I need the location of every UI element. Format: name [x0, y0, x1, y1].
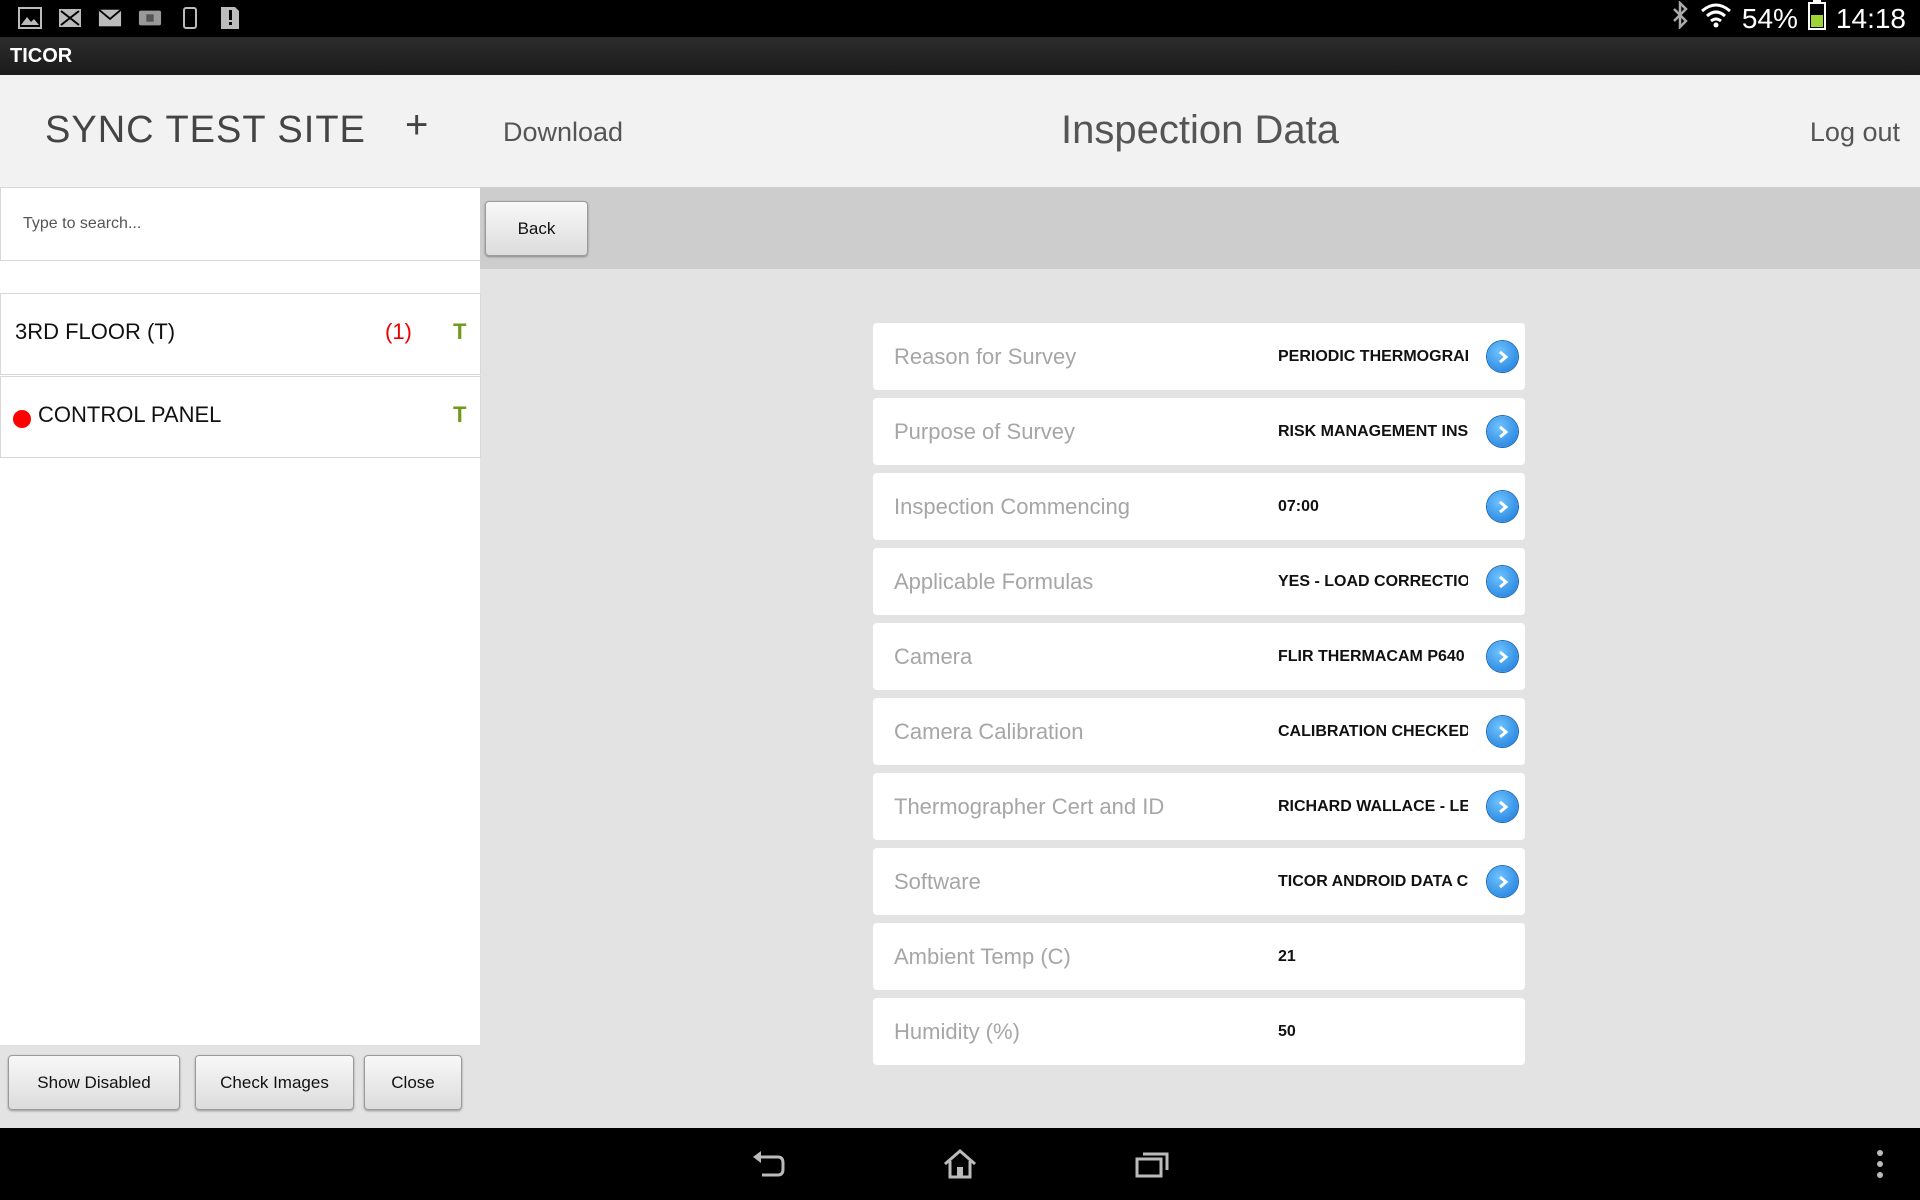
list-item[interactable]: CONTROL PANEL T: [0, 376, 481, 458]
row-value: PERIODIC THERMOGRAP: [1278, 348, 1468, 365]
row-label: Camera: [894, 644, 973, 669]
sd-card-alert-icon: [218, 6, 242, 30]
list-item-count: (1): [385, 319, 412, 344]
toolbar: Back: [480, 187, 1920, 269]
row-label: Reason for Survey: [894, 344, 1077, 369]
recent-apps-icon[interactable]: [1132, 1146, 1172, 1182]
missed-mail-icon: [58, 6, 82, 30]
check-images-button[interactable]: Check Images: [195, 1055, 354, 1110]
back-button[interactable]: Back: [485, 201, 588, 256]
search-box[interactable]: [0, 187, 481, 261]
row-label: Inspection Commencing: [894, 494, 1131, 519]
chevron-right-icon[interactable]: [1487, 416, 1518, 447]
list-item-label: 3RD FLOOR (T): [15, 319, 176, 344]
list-item[interactable]: 3RD FLOOR (T) (1) T: [0, 293, 481, 375]
row-value: 07:00: [1278, 498, 1319, 515]
row-label: Purpose of Survey: [894, 419, 1075, 444]
page-title: Inspection Data: [1061, 108, 1339, 152]
sim-card-icon: [138, 6, 162, 30]
row-value: 50: [1278, 1023, 1296, 1040]
row-label: Thermographer Cert and ID: [894, 794, 1165, 819]
battery-icon: [1807, 0, 1826, 37]
inspection-row-humidity[interactable]: Humidity (%) 50: [873, 998, 1525, 1065]
inspection-row-camera[interactable]: Camera FLIR THERMACAM P640: [873, 623, 1525, 690]
row-value: 21: [1278, 948, 1296, 965]
row-label: Humidity (%): [894, 1019, 1020, 1044]
system-nav-bar: [0, 1128, 1920, 1200]
sidebar-footer: Show Disabled Check Images Close: [0, 1045, 480, 1128]
notification-icons: [18, 6, 242, 30]
inspection-row-purpose-of-survey[interactable]: Purpose of Survey RISK MANAGEMENT INS: [873, 398, 1525, 465]
image-icon: [18, 6, 42, 30]
chevron-right-icon[interactable]: [1487, 341, 1518, 372]
site-title: SYNC TEST SITE: [45, 109, 366, 151]
bluetooth-icon: [1670, 0, 1690, 36]
app-title: TICOR: [10, 45, 73, 67]
chevron-right-icon[interactable]: [1487, 641, 1518, 672]
overflow-menu-icon[interactable]: [1862, 1146, 1898, 1182]
system-indicators: 54% 14:18: [1670, 0, 1906, 37]
alert-dot-icon: [13, 410, 31, 428]
wifi-icon: [1700, 2, 1732, 35]
status-bar: 54% 14:18: [0, 0, 1920, 37]
chevron-right-icon[interactable]: [1487, 491, 1518, 522]
list-item-tag: T: [453, 402, 467, 427]
row-label: Applicable Formulas: [894, 569, 1094, 594]
list-item-label: CONTROL PANEL: [38, 402, 222, 427]
row-value: RISK MANAGEMENT INS: [1278, 423, 1468, 440]
inspection-row-thermographer-cert[interactable]: Thermographer Cert and ID RICHARD WALLAC…: [873, 773, 1525, 840]
add-button[interactable]: +: [405, 103, 428, 148]
sidebar-header: SYNC TEST SITE +: [0, 75, 480, 187]
mail-icon: [98, 6, 122, 30]
search-input[interactable]: [21, 208, 465, 240]
list-item-tag: T: [453, 319, 467, 344]
close-button[interactable]: Close: [364, 1055, 462, 1110]
row-value: RICHARD WALLACE - LEV: [1278, 798, 1468, 815]
inspection-row-applicable-formulas[interactable]: Applicable Formulas YES - LOAD CORRECTIO…: [873, 548, 1525, 615]
logout-link[interactable]: Log out: [1810, 117, 1900, 148]
site-sidebar: SYNC TEST SITE + 3RD FLOOR (T) (1) T CON…: [0, 75, 481, 1128]
main-header: Download Inspection Data Log out: [480, 75, 1920, 187]
inspection-row-reason-for-survey[interactable]: Reason for Survey PERIODIC THERMOGRAP: [873, 323, 1525, 390]
app-title-bar: TICOR: [0, 37, 1920, 75]
row-value: FLIR THERMACAM P640: [1278, 648, 1465, 665]
clock: 14:18: [1835, 2, 1906, 34]
row-value: CALIBRATION CHECKED: [1278, 723, 1468, 740]
row-value: TICOR ANDROID DATA C/: [1278, 873, 1468, 890]
row-value: YES - LOAD CORRECTIOI: [1278, 573, 1468, 590]
chevron-right-icon[interactable]: [1487, 566, 1518, 597]
chevron-right-icon[interactable]: [1487, 791, 1518, 822]
inspection-row-ambient-temp[interactable]: Ambient Temp (C) 21: [873, 923, 1525, 990]
chevron-right-icon[interactable]: [1487, 866, 1518, 897]
home-nav-icon[interactable]: [940, 1146, 980, 1182]
chevron-right-icon[interactable]: [1487, 716, 1518, 747]
battery-percent: 54%: [1741, 2, 1798, 34]
inspection-row-inspection-commencing[interactable]: Inspection Commencing 07:00: [873, 473, 1525, 540]
phone-icon: [178, 6, 202, 30]
back-nav-icon[interactable]: [748, 1146, 788, 1182]
show-disabled-button[interactable]: Show Disabled: [8, 1055, 180, 1110]
row-label: Camera Calibration: [894, 719, 1084, 744]
inspection-row-camera-calibration[interactable]: Camera Calibration CALIBRATION CHECKED: [873, 698, 1525, 765]
inspection-row-software[interactable]: Software TICOR ANDROID DATA C/: [873, 848, 1525, 915]
row-label: Software: [894, 869, 981, 894]
row-label: Ambient Temp (C): [894, 944, 1071, 969]
